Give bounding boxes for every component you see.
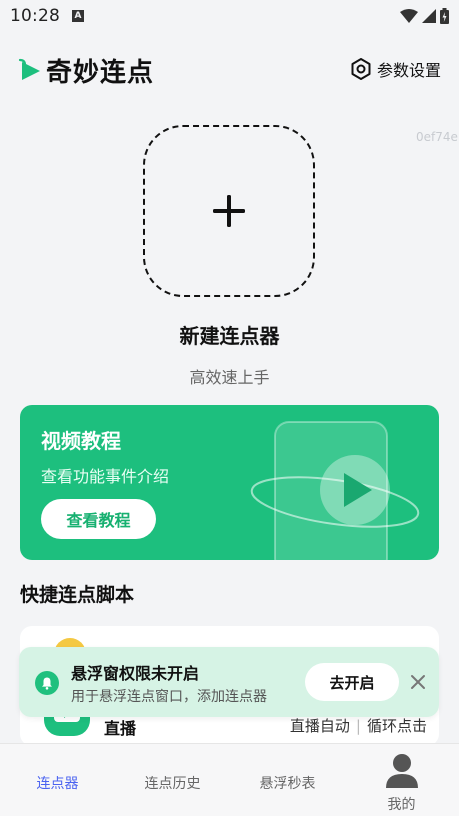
bottom-nav: 连点器 连点历史 悬浮秒表 我的 bbox=[0, 743, 459, 816]
video-card-desc: 查看功能事件介绍 bbox=[41, 467, 170, 486]
signal-icon bbox=[422, 9, 436, 23]
settings-button[interactable]: 参数设置 bbox=[349, 57, 441, 81]
wifi-icon bbox=[400, 9, 418, 23]
settings-label: 参数设置 bbox=[376, 61, 441, 80]
tab-me[interactable]: 我的 bbox=[344, 744, 459, 816]
status-time: 10:28 bbox=[10, 6, 60, 26]
status-icons bbox=[400, 8, 449, 24]
tab-label: 连点器 bbox=[36, 776, 79, 792]
toast-title: 悬浮窗权限未开启 bbox=[71, 664, 200, 683]
phone-play-illustration-icon bbox=[250, 421, 420, 560]
tab-history[interactable]: 连点历史 bbox=[115, 744, 230, 816]
new-clicker-title: 新建连点器 bbox=[179, 324, 280, 348]
script-tag: 直播自动 bbox=[289, 717, 350, 735]
view-tutorial-button[interactable]: 查看教程 bbox=[41, 499, 156, 539]
avatar-icon bbox=[386, 754, 418, 788]
permission-toast: 悬浮窗权限未开启 用于悬浮连点窗口，添加连点器 去开启 bbox=[19, 647, 439, 717]
script-tag: 循环点击 bbox=[366, 717, 427, 735]
video-card-title: 视频教程 bbox=[41, 429, 121, 453]
notification-a-icon: A bbox=[72, 10, 84, 22]
bell-icon bbox=[35, 671, 59, 695]
close-icon[interactable] bbox=[409, 673, 427, 691]
section-title: 快捷连点脚本 bbox=[20, 584, 135, 606]
new-clicker-button[interactable] bbox=[143, 125, 315, 297]
new-clicker-subtitle: 高效速上手 bbox=[189, 368, 270, 387]
script-tags: 直播自动 | 循环点击 bbox=[289, 717, 427, 735]
tab-label: 连点历史 bbox=[144, 776, 201, 792]
tab-clicker[interactable]: 连点器 bbox=[0, 744, 115, 816]
toast-desc: 用于悬浮连点窗口，添加连点器 bbox=[71, 689, 267, 705]
gear-icon bbox=[351, 58, 371, 80]
video-tutorial-card[interactable]: 视频教程 查看功能事件介绍 查看教程 bbox=[20, 405, 439, 560]
tab-label: 悬浮秒表 bbox=[259, 776, 316, 792]
app-title: 奇妙连点 bbox=[46, 58, 155, 88]
plus-icon bbox=[213, 195, 245, 227]
app-header: 奇妙连点 bbox=[18, 52, 154, 89]
script-name: 直播 bbox=[104, 719, 137, 738]
battery-icon bbox=[440, 8, 449, 24]
tab-stopwatch[interactable]: 悬浮秒表 bbox=[230, 744, 345, 816]
app-logo-icon bbox=[18, 58, 40, 80]
device-id: 0ef74e bbox=[416, 130, 458, 144]
enable-permission-button[interactable]: 去开启 bbox=[305, 663, 399, 701]
tab-label: 我的 bbox=[387, 797, 416, 813]
status-bar: 10:28 A bbox=[0, 0, 459, 32]
